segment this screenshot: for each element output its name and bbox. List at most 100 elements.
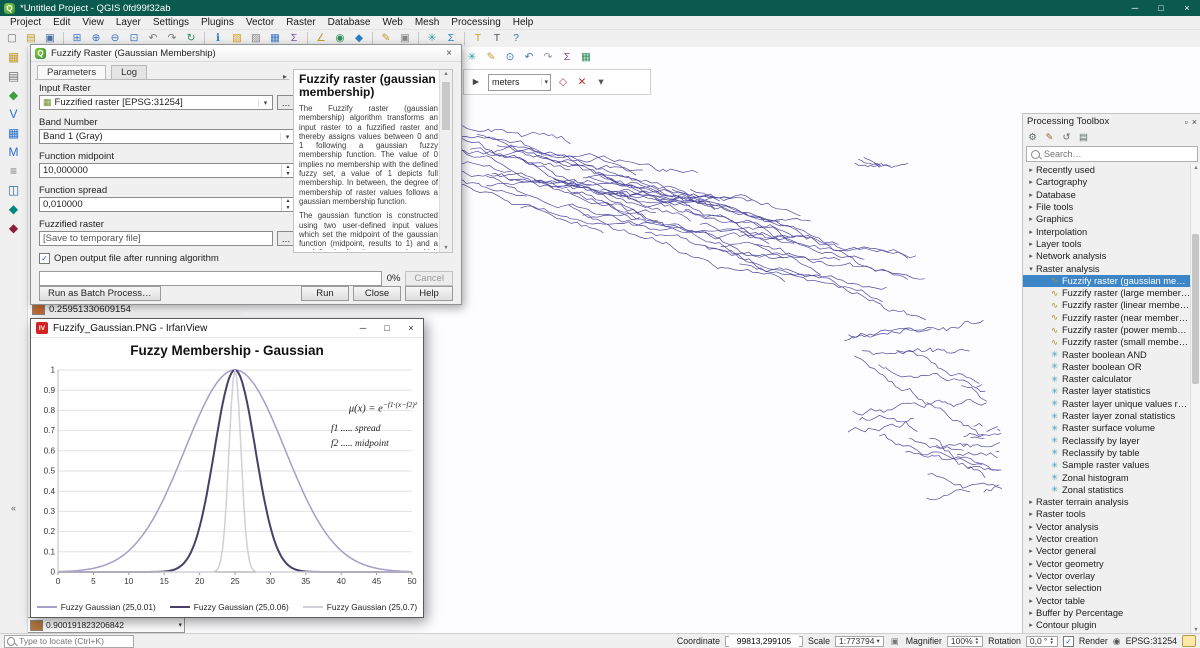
toolbox-options-icon[interactable]: ⚙ bbox=[1025, 131, 1040, 145]
toolbox-search-input[interactable] bbox=[1042, 148, 1195, 160]
toolbox-item-raster-terrain-analysis[interactable]: ▸Raster terrain analysis bbox=[1023, 496, 1191, 508]
rotation-spinbox[interactable]: 0,0 ° ▲▼ bbox=[1026, 636, 1058, 647]
locate-input[interactable] bbox=[17, 636, 133, 646]
text-annotation-icon[interactable]: T bbox=[488, 31, 506, 46]
add-spatialite-layer-icon[interactable]: ◆ bbox=[2, 218, 26, 237]
scale-combo[interactable]: 1:773794 ▾ bbox=[835, 636, 884, 647]
function-spread-spinbox[interactable]: 0,010000 ▲▼ bbox=[39, 197, 295, 212]
add-mesh-layer-icon[interactable]: M bbox=[2, 142, 26, 161]
panel-collapse-icon[interactable]: « bbox=[11, 503, 16, 513]
toolbox-item-interpolation[interactable]: ▸Interpolation bbox=[1023, 225, 1191, 237]
toolbox-item-raster-boolean-and[interactable]: ✳Raster boolean AND bbox=[1023, 348, 1191, 360]
scrollbar-thumb[interactable] bbox=[1192, 234, 1199, 384]
close-button[interactable]: × bbox=[399, 319, 423, 337]
redo-icon[interactable]: ↷ bbox=[539, 50, 557, 65]
toolbox-models-icon[interactable]: ✎ bbox=[1042, 131, 1057, 145]
tracing-close-icon[interactable]: ✕ bbox=[573, 75, 591, 90]
add-raster-layer-icon[interactable]: ▦ bbox=[2, 123, 26, 142]
menu-plugins[interactable]: Plugins bbox=[195, 17, 240, 28]
toolbox-item-vector-creation[interactable]: ▸Vector creation bbox=[1023, 533, 1191, 545]
toolbox-item-graphics[interactable]: ▸Graphics bbox=[1023, 213, 1191, 225]
toolbox-item-fuzzify-raster-near-membership[interactable]: ∿Fuzzify raster (near membership) bbox=[1023, 312, 1191, 324]
scrollbar-thumb[interactable] bbox=[442, 82, 450, 130]
spin-down-icon[interactable]: ▼ bbox=[975, 641, 979, 646]
toolbox-search[interactable] bbox=[1026, 146, 1198, 162]
vertex-tool-icon[interactable]: ⊙ bbox=[501, 50, 519, 65]
messages-icon[interactable] bbox=[1182, 635, 1196, 647]
toolbox-item-sample-raster-values[interactable]: ✳Sample raster values bbox=[1023, 459, 1191, 471]
close-button[interactable]: Close bbox=[353, 286, 401, 301]
help-collapse-icon[interactable]: ▸ bbox=[283, 72, 287, 81]
menu-mesh[interactable]: Mesh bbox=[409, 17, 445, 28]
help-contents-icon[interactable]: ? bbox=[507, 31, 525, 46]
menu-edit[interactable]: Edit bbox=[47, 17, 76, 28]
toolbox-item-zonal-statistics[interactable]: ✳Zonal statistics bbox=[1023, 484, 1191, 496]
advanced-digitizing-icon[interactable]: ▾ bbox=[592, 75, 610, 90]
toolbox-item-fuzzify-raster-large-membership[interactable]: ∿Fuzzify raster (large membership) bbox=[1023, 287, 1191, 299]
add-delimited-text-layer-icon[interactable]: ≡ bbox=[2, 161, 26, 180]
scroll-up-icon[interactable]: ▲ bbox=[440, 71, 452, 77]
minimize-button[interactable]: ─ bbox=[351, 319, 375, 337]
data-source-manager-icon[interactable]: ▦ bbox=[2, 47, 26, 66]
menu-web[interactable]: Web bbox=[376, 17, 408, 28]
undo-icon[interactable]: ↶ bbox=[520, 50, 538, 65]
toolbox-item-buffer-by-percentage[interactable]: ▸Buffer by Percentage bbox=[1023, 607, 1191, 619]
minimize-button[interactable]: ─ bbox=[1122, 0, 1148, 16]
toolbox-item-raster-layer-zonal-statistics[interactable]: ✳Raster layer zonal statistics bbox=[1023, 410, 1191, 422]
toolbox-item-fuzzify-raster-power-membership[interactable]: ∿Fuzzify raster (power membership) bbox=[1023, 324, 1191, 336]
tab-log[interactable]: Log bbox=[111, 65, 147, 80]
toolbox-item-cartography[interactable]: ▸Cartography bbox=[1023, 176, 1191, 188]
tab-parameters[interactable]: Parameters bbox=[37, 65, 106, 80]
close-panel-icon[interactable]: × bbox=[1192, 117, 1197, 127]
run-button[interactable]: Run bbox=[301, 286, 349, 301]
locate-search[interactable] bbox=[4, 635, 134, 648]
close-button[interactable]: × bbox=[1174, 0, 1200, 16]
toolbox-item-raster-surface-volume[interactable]: ✳Raster surface volume bbox=[1023, 422, 1191, 434]
band-number-combo[interactable]: Band 1 (Gray) ▾ bbox=[39, 129, 295, 144]
raster-toolbar-icon[interactable]: ▦ bbox=[577, 50, 595, 65]
menu-processing[interactable]: Processing bbox=[445, 17, 506, 28]
snapping-icon[interactable]: ◇ bbox=[554, 75, 572, 90]
scroll-down-icon[interactable]: ▼ bbox=[440, 245, 452, 251]
float-panel-icon[interactable]: ▫ bbox=[1185, 117, 1188, 127]
toolbox-item-raster-boolean-or[interactable]: ✳Raster boolean OR bbox=[1023, 361, 1191, 373]
add-vector-layer-icon[interactable]: V bbox=[2, 104, 26, 123]
menu-project[interactable]: Project bbox=[4, 17, 47, 28]
toolbox-history-icon[interactable]: ↺ bbox=[1059, 131, 1074, 145]
toolbox-item-raster-layer-statistics[interactable]: ✳Raster layer statistics bbox=[1023, 385, 1191, 397]
toolbox-item-raster-analysis[interactable]: ▾Raster analysis bbox=[1023, 262, 1191, 274]
menu-settings[interactable]: Settings bbox=[147, 17, 195, 28]
toolbox-item-recently-used[interactable]: ▸Recently used bbox=[1023, 164, 1191, 176]
menu-raster[interactable]: Raster bbox=[280, 17, 321, 28]
toolbox-scrollbar[interactable]: ▲ ▼ bbox=[1190, 164, 1200, 634]
menu-vector[interactable]: Vector bbox=[240, 17, 280, 28]
toolbox-item-vector-overlay[interactable]: ▸Vector overlay bbox=[1023, 570, 1191, 582]
toolbox-item-raster-layer-unique-values-report[interactable]: ✳Raster layer unique values report bbox=[1023, 398, 1191, 410]
toolbox-item-zonal-histogram[interactable]: ✳Zonal histogram bbox=[1023, 471, 1191, 483]
maximize-button[interactable]: □ bbox=[375, 319, 399, 337]
measure-pointer-icon[interactable]: ► bbox=[467, 75, 485, 90]
toolbox-item-fuzzify-raster-gaussian-membership[interactable]: ∿Fuzzify raster (gaussian membership) bbox=[1023, 275, 1191, 287]
maximize-button[interactable]: □ bbox=[1148, 0, 1174, 16]
new-geopackage-layer-icon[interactable]: ◆ bbox=[2, 85, 26, 104]
layers-panel-value-combo[interactable]: 0.900191823206842 ▾ bbox=[27, 617, 185, 633]
toolbox-item-contour-plugin[interactable]: ▸Contour plugin bbox=[1023, 619, 1191, 631]
lock-scale-icon[interactable]: ▣ bbox=[889, 634, 901, 648]
statistical-summary-icon[interactable]: Σ bbox=[558, 50, 576, 65]
toolbox-item-reclassify-by-layer[interactable]: ✳Reclassify by layer bbox=[1023, 435, 1191, 447]
help-scrollbar[interactable]: ▲ ▼ bbox=[439, 70, 452, 252]
toolbox-item-vector-analysis[interactable]: ▸Vector analysis bbox=[1023, 521, 1191, 533]
scroll-up-icon[interactable]: ▲ bbox=[1191, 165, 1200, 171]
toolbox-item-network-analysis[interactable]: ▸Network analysis bbox=[1023, 250, 1191, 262]
help-button[interactable]: Help bbox=[405, 286, 453, 301]
add-wms-layer-icon[interactable]: ◆ bbox=[2, 199, 26, 218]
processing-toolbox-icon[interactable]: ✳ bbox=[463, 50, 481, 65]
input-raster-combo[interactable]: ▦ Fuzzified raster [EPSG:31254] ▾ bbox=[39, 95, 273, 110]
toolbox-item-reclassify-by-table[interactable]: ✳Reclassify by table bbox=[1023, 447, 1191, 459]
spin-buttons[interactable]: ▲▼ bbox=[1049, 637, 1053, 646]
crs-value[interactable]: EPSG:31254 bbox=[1126, 636, 1177, 646]
toolbox-item-vector-general[interactable]: ▸Vector general bbox=[1023, 545, 1191, 557]
menu-layer[interactable]: Layer bbox=[110, 17, 147, 28]
toolbox-results-viewer-icon[interactable]: ▤ bbox=[1076, 131, 1091, 145]
magnifier-spinbox[interactable]: 100% ▲▼ bbox=[947, 636, 983, 647]
